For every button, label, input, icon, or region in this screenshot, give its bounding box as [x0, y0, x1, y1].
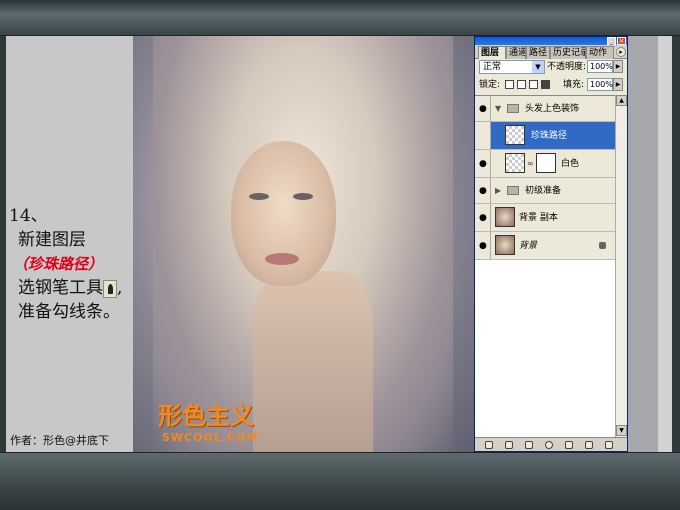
expand-triangle-icon[interactable]: ▼: [495, 104, 501, 113]
visibility-cell[interactable]: [475, 122, 491, 149]
face-image: [231, 141, 336, 286]
new-layer-icon[interactable]: [585, 441, 593, 449]
tab-history[interactable]: 历史记录: [550, 46, 586, 59]
layer-group-preparation[interactable]: ● ▶ 初级准备: [475, 178, 615, 204]
visibility-cell[interactable]: ●: [475, 232, 491, 259]
layer-background-copy[interactable]: ● 背景 副本: [475, 204, 615, 232]
layer-background[interactable]: ● 背景: [475, 232, 615, 260]
layer-mask-thumbnail[interactable]: [536, 153, 556, 173]
link-chain-icon: ∞: [527, 159, 534, 168]
eye-icon[interactable]: ●: [479, 159, 489, 169]
tutorial-text-panel: 14、 新建图层 （珍珠路径） 选钢笔工具, 准备勾线条。 作者：形色@井底下: [6, 36, 133, 452]
new-group-icon[interactable]: [565, 441, 573, 449]
step-number: 14、: [9, 206, 48, 226]
watermark-logo-text: 形色主义: [158, 402, 254, 430]
top-frame-bar: [0, 0, 680, 36]
layer-style-icon[interactable]: [505, 441, 513, 449]
opacity-slider-arrow[interactable]: ▶: [613, 60, 623, 73]
lock-label: 锁定:: [479, 80, 501, 90]
step-line-pen-tool: 选钢笔工具,: [9, 276, 122, 300]
lock-row: 锁定: 填充: 100% ▶: [479, 77, 625, 93]
minimize-button[interactable]: _: [607, 37, 616, 45]
workspace-gutter: [628, 36, 658, 452]
layer-pearl-path[interactable]: 珍珠路径: [475, 122, 615, 150]
watermark-url: SWCOOL.COM: [162, 431, 259, 444]
lock-image-icon[interactable]: [517, 80, 526, 89]
eye-icon[interactable]: ●: [479, 186, 489, 196]
lock-all-icon[interactable]: [541, 80, 550, 89]
visibility-cell[interactable]: ●: [475, 150, 491, 177]
step-line-pen-tool-comma: ,: [117, 278, 123, 298]
bottom-frame-bar: [0, 452, 680, 510]
expand-triangle-icon[interactable]: ▶: [495, 186, 501, 195]
fill-slider-arrow[interactable]: ▶: [613, 78, 623, 91]
add-mask-icon[interactable]: [525, 441, 533, 449]
link-layers-icon[interactable]: [485, 441, 493, 449]
layer-name: 背景: [519, 241, 538, 251]
lips: [265, 253, 299, 265]
tutorial-step: 14、 新建图层 （珍珠路径） 选钢笔工具, 准备勾线条。: [9, 204, 122, 324]
blend-row: 正常 ▼ 不透明度: 100% ▶: [479, 59, 625, 75]
lock-icon: [599, 242, 606, 249]
trash-icon[interactable]: [605, 441, 613, 449]
chevron-down-icon: ▼: [532, 61, 544, 73]
folder-icon: [507, 186, 519, 195]
close-button[interactable]: ×: [617, 37, 626, 45]
layers-scrollbar[interactable]: ▲ ▼: [615, 95, 627, 437]
step-line-new-layer: 新建图层: [18, 230, 86, 250]
tab-actions[interactable]: 动作: [586, 46, 614, 59]
layer-thumbnail: [505, 153, 525, 173]
tab-layers[interactable]: 图层: [478, 46, 506, 59]
eye-icon[interactable]: ●: [479, 213, 489, 223]
layer-thumbnail: [505, 125, 525, 145]
step-line-layer-name: （珍珠路径）: [13, 255, 104, 273]
layer-name: 初级准备: [525, 186, 562, 196]
fill-label: 填充:: [563, 80, 585, 90]
author-credit: 作者：形色@井底下: [10, 434, 109, 447]
adjustment-layer-icon[interactable]: [545, 441, 553, 449]
eye-icon[interactable]: ●: [479, 104, 489, 114]
workspace-edge: [658, 36, 672, 452]
opacity-label: 不透明度:: [547, 62, 587, 72]
step-line-pen-tool-text: 选钢笔工具: [18, 278, 103, 298]
layer-name: 白色: [561, 159, 580, 169]
visibility-cell[interactable]: ●: [475, 204, 491, 231]
blend-mode-select[interactable]: 正常 ▼: [479, 60, 545, 74]
right-eye: [293, 193, 313, 200]
visibility-cell[interactable]: ●: [475, 96, 491, 121]
pen-tool-icon: [103, 279, 117, 298]
layer-thumbnail: [495, 235, 515, 255]
opacity-input[interactable]: 100%: [587, 60, 613, 73]
panel-menu-button[interactable]: ▸: [616, 47, 626, 57]
blend-mode-value: 正常: [483, 62, 502, 72]
panel-titlebar[interactable]: _ ×: [475, 37, 627, 45]
scroll-up-button[interactable]: ▲: [616, 95, 627, 106]
lock-position-icon[interactable]: [529, 80, 538, 89]
step-line-draw-lines: 准备勾线条。: [18, 302, 120, 322]
visibility-cell[interactable]: ●: [475, 178, 491, 203]
eye-icon[interactable]: ●: [479, 241, 489, 251]
layer-name: 背景 副本: [519, 213, 558, 223]
layer-thumbnail: [495, 207, 515, 227]
tab-paths[interactable]: 路径: [526, 46, 550, 59]
fill-input[interactable]: 100%: [587, 78, 613, 91]
panel-tabs: 图层 通道 路径 历史记录 动作 ▸: [475, 45, 627, 59]
right-frame-edge: [672, 36, 680, 452]
neck-shoulder-image: [253, 271, 373, 452]
layer-name: 头发上色装饰: [525, 104, 580, 114]
layer-group-hair-color[interactable]: ● ▼ 头发上色装饰: [475, 96, 615, 122]
layers-list: ● ▼ 头发上色装饰 珍珠路径 ● ∞ 白色 ● ▶ 初级准备 ● 背景 副本 …: [475, 95, 627, 437]
layer-white[interactable]: ● ∞ 白色: [475, 150, 615, 178]
photo-canvas[interactable]: 形色主义 SWCOOL.COM: [133, 36, 474, 452]
lock-transparency-icon[interactable]: [505, 80, 514, 89]
folder-icon: [507, 104, 519, 113]
layers-panel: _ × 图层 通道 路径 历史记录 动作 ▸ 正常 ▼ 不透明度: 100% ▶…: [474, 36, 628, 452]
panel-footer: [475, 437, 627, 451]
left-eye: [249, 193, 269, 200]
site-watermark: 形色主义 SWCOOL.COM: [158, 396, 258, 444]
layer-name: 珍珠路径: [531, 131, 568, 141]
scroll-down-button[interactable]: ▼: [616, 425, 627, 436]
tab-channels[interactable]: 通道: [506, 46, 526, 59]
